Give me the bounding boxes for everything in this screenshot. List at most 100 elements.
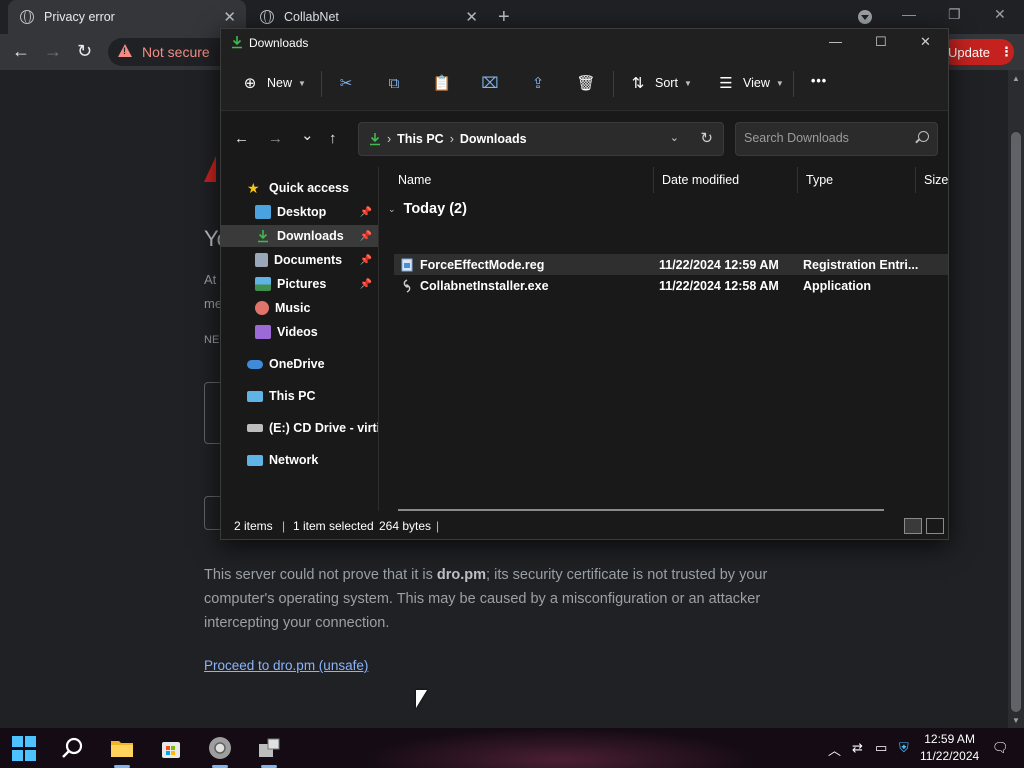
network-status-icon[interactable]: ⇄ xyxy=(852,740,863,756)
wallpaper-glow xyxy=(360,728,760,768)
new-button[interactable]: ⊕ New ▼ xyxy=(241,74,306,92)
chevron-right-icon[interactable]: › xyxy=(450,132,454,146)
nav-item-documents[interactable]: Documents 📌 xyxy=(221,249,378,271)
download-icon xyxy=(232,36,242,49)
more-options-button[interactable]: ••• xyxy=(811,74,827,88)
nav-item-quick-access[interactable]: ★ Quick access xyxy=(221,177,378,199)
pin-icon[interactable]: 📌 xyxy=(360,255,372,266)
nav-label: Music xyxy=(275,301,311,315)
security-label[interactable]: Not secure xyxy=(142,44,210,60)
page-scrollbar[interactable]: ▲ ▼ xyxy=(1008,70,1024,728)
tiles-view-button[interactable] xyxy=(926,518,944,534)
nav-item-network[interactable]: Network xyxy=(221,449,378,471)
new-tab-button[interactable]: + xyxy=(498,6,510,29)
globe-icon xyxy=(260,10,274,24)
delete-button[interactable]: 🗑 xyxy=(576,74,595,92)
display-icon[interactable]: ▭ xyxy=(875,740,887,756)
back-button[interactable]: ← xyxy=(12,41,30,62)
nav-item-this-pc[interactable]: This PC xyxy=(221,385,378,407)
nav-item-videos[interactable]: Videos xyxy=(221,321,378,343)
proceed-unsafe-link[interactable]: Proceed to dro.pm (unsafe) xyxy=(204,658,368,673)
address-row: ← → ⌄ ↑ › This PC › Downloads ⌄ ↻ xyxy=(221,111,948,167)
group-header-today[interactable]: ⌄ Today (2) xyxy=(388,201,467,217)
installer-icon[interactable] xyxy=(256,735,282,761)
browser-minimize-button[interactable]: — xyxy=(902,6,916,22)
breadcrumb-this-pc[interactable]: This PC xyxy=(397,132,444,146)
tab-close-button[interactable]: ✕ xyxy=(223,8,236,26)
search-icon[interactable] xyxy=(60,735,86,761)
explorer-minimize-button[interactable]: — xyxy=(829,34,842,49)
cut-button[interactable]: ✂ xyxy=(337,74,355,92)
back-button[interactable]: ← xyxy=(234,130,249,147)
reg-file-icon xyxy=(401,258,413,271)
address-bar[interactable]: › This PC › Downloads ⌄ ↻ xyxy=(358,122,724,156)
search-input[interactable] xyxy=(744,131,904,145)
plus-circle-icon: ⊕ xyxy=(243,75,257,92)
share-button[interactable]: ⇪ xyxy=(529,74,547,92)
column-header-type[interactable]: Type xyxy=(798,167,916,193)
security-shield-icon[interactable]: ⛨ xyxy=(899,740,909,756)
nav-item-downloads[interactable]: Downloads 📌 xyxy=(221,225,378,247)
notifications-icon[interactable]: 🗨 xyxy=(992,740,1009,756)
address-dropdown-button[interactable]: ⌄ xyxy=(670,131,679,144)
start-icon[interactable] xyxy=(12,736,38,762)
nav-item-pictures[interactable]: Pictures 📌 xyxy=(221,273,378,295)
nav-item-cd-drive[interactable]: (E:) CD Drive - virtic xyxy=(221,417,378,439)
file-row[interactable]: ForceEffectMode.reg 11/22/2024 12:59 AM … xyxy=(394,254,948,275)
breadcrumb-downloads[interactable]: Downloads xyxy=(460,132,527,146)
file-row[interactable]: CollabnetInstaller.exe 11/22/2024 12:58 … xyxy=(394,275,948,296)
show-hidden-icons-button[interactable]: ︿ xyxy=(828,740,841,759)
chevron-right-icon[interactable]: › xyxy=(387,132,391,146)
refresh-button[interactable]: ↻ xyxy=(700,129,713,147)
search-box[interactable] xyxy=(735,122,938,156)
nav-label: Documents xyxy=(274,253,343,267)
column-header-name[interactable]: Name xyxy=(390,167,654,193)
view-button[interactable]: ☰ View ▼ xyxy=(717,74,784,92)
explorer-close-button[interactable]: ✕ xyxy=(920,34,931,50)
paste-button[interactable]: 📋 xyxy=(433,74,452,92)
error-details: This server could not prove that it is d… xyxy=(204,563,824,635)
command-bar: ⊕ New ▼ ✂ ⧉ 📋 ⌧ ⇪ 🗑 ⇅ Sort ▼ ☰ View ▼ ••… xyxy=(221,57,948,111)
update-button[interactable]: Update ⋮ xyxy=(940,39,1014,65)
nav-item-onedrive[interactable]: OneDrive xyxy=(221,353,378,375)
up-button[interactable]: ↑ xyxy=(329,130,337,147)
forward-button[interactable]: → xyxy=(268,130,283,147)
explorer-title-bar[interactable]: Downloads — ☐ ✕ xyxy=(221,29,948,57)
pin-icon[interactable]: 📌 xyxy=(360,231,372,242)
scroll-down-icon[interactable]: ▼ xyxy=(1012,716,1020,725)
forward-button[interactable]: → xyxy=(44,41,62,62)
copy-button[interactable]: ⧉ xyxy=(385,74,403,92)
tab-search-icon[interactable] xyxy=(858,10,872,24)
scrollbar-thumb[interactable] xyxy=(1011,132,1021,712)
chevron-down-icon[interactable]: ⌄ xyxy=(388,204,396,215)
tab-privacy-error[interactable]: Privacy error ✕ xyxy=(8,0,246,34)
scroll-up-icon[interactable]: ▲ xyxy=(1012,74,1020,83)
chrome-icon[interactable] xyxy=(207,735,233,761)
browser-restore-button[interactable]: ❐ xyxy=(948,6,961,23)
store-icon[interactable] xyxy=(158,735,184,761)
file-explorer-icon[interactable] xyxy=(109,735,135,761)
music-icon xyxy=(255,301,269,315)
browser-close-button[interactable]: ✕ xyxy=(994,6,1006,23)
error-code: NE xyxy=(204,334,220,346)
column-header-date-modified[interactable]: Date modified xyxy=(654,167,798,193)
system-clock[interactable]: 12:59 AM 11/22/2024 xyxy=(920,731,979,765)
explorer-title: Downloads xyxy=(249,36,309,50)
column-header-size[interactable]: Size xyxy=(916,167,956,193)
explorer-maximize-button[interactable]: ☐ xyxy=(875,34,887,50)
nav-label: Network xyxy=(269,453,319,467)
pin-icon[interactable]: 📌 xyxy=(360,279,372,290)
sort-button[interactable]: ⇅ Sort ▼ xyxy=(629,74,692,92)
recent-locations-button[interactable]: ⌄ xyxy=(301,126,314,144)
nav-label: Desktop xyxy=(277,205,327,219)
pin-icon[interactable]: 📌 xyxy=(360,207,372,218)
nav-item-desktop[interactable]: Desktop 📌 xyxy=(221,201,378,223)
reload-button[interactable]: ↻ xyxy=(77,41,92,62)
nav-item-music[interactable]: Music xyxy=(221,297,378,319)
browser-menu-icon[interactable]: ⋮ xyxy=(1000,44,1013,60)
tab-close-button[interactable]: ✕ xyxy=(465,8,478,26)
mouse-cursor-icon xyxy=(416,690,427,708)
rename-button[interactable]: ⌧ xyxy=(481,74,499,92)
chevron-down-icon: ▼ xyxy=(298,78,306,88)
details-view-button[interactable] xyxy=(904,518,922,534)
